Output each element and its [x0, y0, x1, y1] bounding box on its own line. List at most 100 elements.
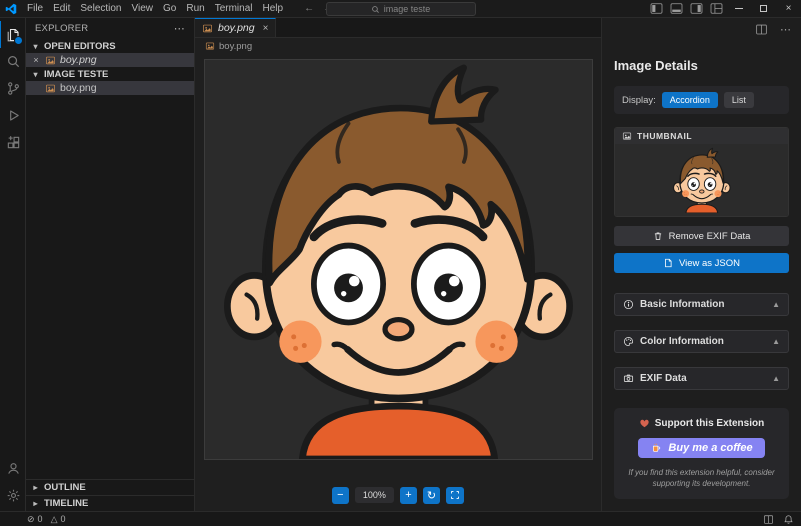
display-mode-card: Display: Accordion List: [614, 86, 789, 114]
remove-exif-button[interactable]: Remove EXIF Data: [614, 226, 789, 246]
activity-bar: [0, 18, 26, 511]
editor-layout-icon[interactable]: [763, 514, 774, 525]
errors-icon: ⊘: [27, 514, 35, 525]
sidebar-bottom-sections: ▸ OUTLINE ▸ TIMELINE: [26, 479, 194, 511]
chevron-down-icon: ▾: [31, 70, 40, 79]
close-button[interactable]: ×: [776, 0, 801, 17]
menu-view[interactable]: View: [127, 2, 159, 15]
image-boy-png[interactable]: [204, 59, 593, 460]
errors-count: 0: [38, 514, 43, 524]
tab-boy-png[interactable]: boy.png ×: [195, 18, 276, 37]
menu-file[interactable]: File: [22, 2, 48, 15]
toggle-panel-icon[interactable]: [666, 0, 686, 17]
menu-terminal[interactable]: Terminal: [210, 2, 258, 15]
fit-to-screen-button[interactable]: [446, 487, 464, 504]
timeline-section[interactable]: ▸ TIMELINE: [26, 495, 194, 511]
menu-run[interactable]: Run: [181, 2, 209, 15]
refresh-button[interactable]: ↻: [423, 487, 440, 504]
split-editor-icon[interactable]: [755, 23, 768, 36]
activity-source-control[interactable]: [0, 75, 25, 102]
activity-run-debug[interactable]: [0, 102, 25, 129]
breadcrumb-file-name: boy.png: [219, 41, 252, 52]
coffee-cup-icon: [650, 442, 662, 454]
minimize-button[interactable]: [726, 0, 751, 17]
breadcrumb[interactable]: boy.png: [195, 38, 601, 54]
search-icon: [371, 5, 380, 14]
image-file-icon: [45, 55, 56, 66]
display-list-button[interactable]: List: [724, 92, 754, 108]
customize-layout-icon[interactable]: [706, 0, 726, 17]
support-title: Support this Extension: [655, 418, 764, 429]
zoom-in-button[interactable]: +: [400, 487, 417, 504]
chevron-up-icon: ▲: [772, 374, 780, 383]
notifications-bell-icon[interactable]: [783, 514, 794, 525]
more-actions-icon[interactable]: ⋯: [780, 23, 791, 36]
zoom-out-button[interactable]: −: [332, 487, 349, 504]
more-actions-icon[interactable]: ⋯: [174, 22, 185, 35]
json-file-icon: [663, 258, 673, 268]
menu-bar: File Edit Selection View Go Run Terminal…: [22, 2, 288, 15]
open-editors-section[interactable]: ▾ OPEN EDITORS: [26, 39, 194, 53]
accordion-exif-data[interactable]: EXIF Data ▲: [614, 367, 789, 390]
statusbar-right: [763, 514, 794, 525]
heart-icon: [639, 418, 650, 429]
warnings-icon: △: [51, 514, 58, 525]
main-area: EXPLORER ⋯ ▾ OPEN EDITORS × boy.png ▾ IM…: [0, 18, 801, 511]
zoom-level: 100%: [355, 487, 394, 503]
chevron-up-icon: ▲: [772, 300, 780, 309]
accordion-color-information[interactable]: Color Information ▲: [614, 330, 789, 353]
cartoon-boy-illustration: [205, 60, 592, 459]
buy-me-a-coffee-button[interactable]: Buy me a coffee: [638, 438, 764, 458]
activity-bar-bottom: [0, 455, 25, 509]
accordion-basic-information[interactable]: Basic Information ▲: [614, 293, 789, 316]
toggle-sidebar-icon[interactable]: [646, 0, 666, 17]
menu-selection[interactable]: Selection: [75, 2, 126, 15]
image-icon: [622, 131, 632, 141]
image-details-panel: ⋯ Image Details Display: Accordion List …: [601, 18, 801, 511]
open-editor-file-name: boy.png: [60, 54, 97, 66]
folder-section-image-teste[interactable]: ▾ IMAGE TESTE: [26, 67, 194, 81]
toggle-secondary-sidebar-icon[interactable]: [686, 0, 706, 17]
cartoon-boy-thumbnail: [670, 147, 734, 213]
thumbnail-section: THUMBNAIL: [614, 127, 789, 217]
vscode-window: File Edit Selection View Go Run Terminal…: [0, 0, 801, 526]
camera-icon: [623, 373, 634, 384]
settings-gear-icon[interactable]: [0, 482, 25, 509]
explorer-sidebar: EXPLORER ⋯ ▾ OPEN EDITORS × boy.png ▾ IM…: [26, 18, 195, 511]
trash-icon: [653, 231, 663, 241]
image-preview-stage: [195, 54, 601, 479]
info-icon: [623, 299, 634, 310]
open-editor-item-boy-png[interactable]: × boy.png: [26, 53, 194, 67]
activity-search[interactable]: [0, 48, 25, 75]
buy-me-a-coffee-label: Buy me a coffee: [668, 442, 752, 454]
status-bar: ⊘ 0 △ 0: [0, 511, 801, 526]
account-icon[interactable]: [0, 455, 25, 482]
menu-go[interactable]: Go: [158, 2, 181, 15]
tab-label: boy.png: [218, 22, 255, 34]
back-arrow-icon[interactable]: ←: [304, 3, 314, 14]
titlebar-controls: ×: [646, 0, 801, 17]
sidebar-title: EXPLORER: [35, 23, 88, 34]
palette-icon: [623, 336, 634, 347]
search-text: image teste: [384, 4, 431, 14]
close-editor-icon[interactable]: ×: [31, 55, 41, 65]
close-tab-icon[interactable]: ×: [263, 23, 269, 34]
image-zoom-controls: − 100% + ↻: [195, 479, 601, 511]
menu-help[interactable]: Help: [258, 2, 289, 15]
maximize-button[interactable]: [751, 0, 776, 17]
command-search-box[interactable]: image teste: [326, 2, 476, 16]
support-card: Support this Extension Buy me a coffee I…: [614, 408, 789, 499]
problems-indicator[interactable]: ⊘ 0 △ 0: [27, 514, 66, 525]
panel-toolbar: ⋯: [755, 23, 791, 36]
display-accordion-button[interactable]: Accordion: [662, 92, 718, 108]
view-as-json-button[interactable]: View as JSON: [614, 253, 789, 273]
activity-extensions[interactable]: [0, 129, 25, 156]
tree-item-boy-png[interactable]: boy.png: [26, 81, 194, 95]
editor-group: boy.png × boy.png − 100% + ↻: [195, 18, 601, 511]
tree-file-name: boy.png: [60, 82, 97, 94]
menu-edit[interactable]: Edit: [48, 2, 75, 15]
support-note: If you find this extension helpful, cons…: [622, 467, 781, 489]
outline-section[interactable]: ▸ OUTLINE: [26, 479, 194, 495]
thumbnail-image[interactable]: [615, 144, 788, 216]
activity-explorer[interactable]: [0, 21, 25, 48]
